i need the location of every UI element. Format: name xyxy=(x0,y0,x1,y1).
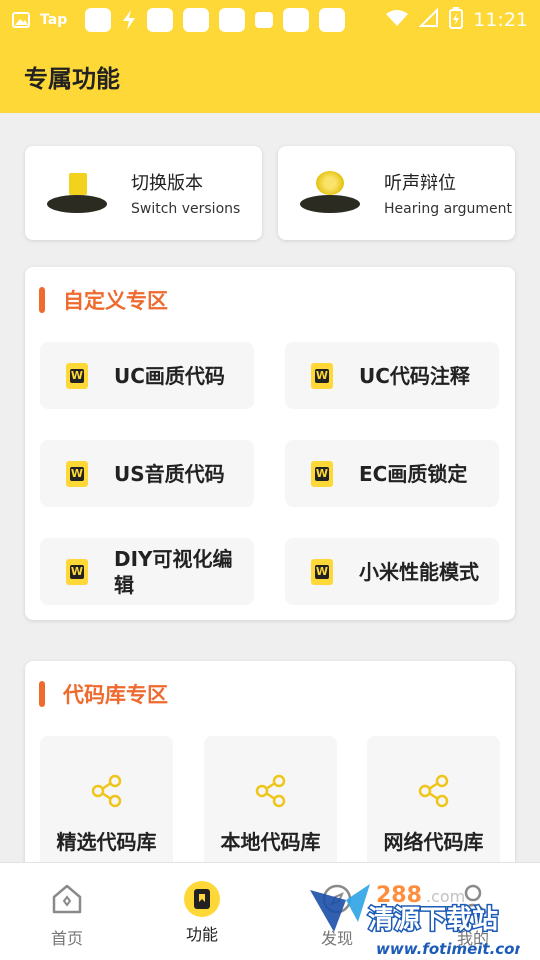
w-badge-icon: W xyxy=(311,362,333,389)
battery-icon xyxy=(449,7,464,33)
w-badge-icon: W xyxy=(66,460,88,487)
library-label: 本地代码库 xyxy=(220,830,321,854)
card-title: 听声辩位 xyxy=(384,173,456,194)
home-icon xyxy=(49,881,85,921)
user-icon xyxy=(455,881,491,921)
nav-label: 发现 xyxy=(320,929,353,948)
library-label: 精选代码库 xyxy=(56,830,157,854)
nav-label: 我的 xyxy=(456,929,489,948)
section-title: 代码库专区 xyxy=(63,683,168,707)
diy-visual-edit-tile[interactable]: W DIY可视化编辑 xyxy=(40,538,254,605)
nav-home[interactable]: 首页 xyxy=(17,881,117,949)
tile-label: UC画质代码 xyxy=(114,363,225,388)
switch-versions-card[interactable]: 切换版本 Switch versions xyxy=(25,146,262,240)
bottom-nav: 首页 功能 发现 我的 xyxy=(0,862,540,960)
gallery-icon xyxy=(12,8,30,32)
signal-icon xyxy=(418,7,439,32)
nav-label: 首页 xyxy=(50,929,83,948)
bookmark-icon xyxy=(184,881,220,917)
discover-icon xyxy=(319,881,355,921)
page-title: 专属功能 xyxy=(24,65,120,93)
w-badge-icon: W xyxy=(311,558,333,585)
nav-label: 功能 xyxy=(185,925,218,944)
custom-section: 自定义专区 W UC画质代码 W UC代码注释 W US音质代码 W EC画质锁… xyxy=(25,267,515,620)
notification-icon xyxy=(183,8,210,32)
section-title: 自定义专区 xyxy=(63,289,168,313)
wifi-icon xyxy=(385,9,409,31)
notification-icon xyxy=(283,8,310,32)
card-subtitle: Hearing argument xyxy=(384,201,513,217)
uc-code-comment-tile[interactable]: W UC代码注释 xyxy=(285,342,499,409)
section-accent-bar xyxy=(39,681,45,707)
pedestal-box-icon xyxy=(47,169,109,217)
flash-icon xyxy=(121,8,137,32)
status-bar: Tap 11:21 xyxy=(0,0,540,40)
nav-profile[interactable]: 我的 xyxy=(423,881,523,949)
library-label: 网络代码库 xyxy=(383,830,484,854)
tile-label: UC代码注释 xyxy=(359,363,470,388)
share-icon xyxy=(91,774,123,812)
nav-features[interactable]: 功能 xyxy=(152,881,252,945)
nav-discover[interactable]: 发现 xyxy=(287,881,387,949)
notification-icon xyxy=(85,8,112,32)
pedestal-burst-icon xyxy=(300,169,362,217)
w-badge-icon: W xyxy=(66,558,88,585)
section-accent-bar xyxy=(39,287,45,313)
tile-label: EC画质锁定 xyxy=(359,461,468,486)
xiaomi-performance-tile[interactable]: W 小米性能模式 xyxy=(285,538,499,605)
tile-label: US音质代码 xyxy=(114,461,225,486)
card-title: 切换版本 xyxy=(131,173,203,194)
section-header: 自定义专区 xyxy=(39,285,168,315)
app-bar: 专属功能 xyxy=(0,40,540,113)
uc-quality-code-tile[interactable]: W UC画质代码 xyxy=(40,342,254,409)
notification-icon xyxy=(255,12,274,28)
notification-icon xyxy=(319,8,346,32)
w-badge-icon: W xyxy=(66,362,88,389)
share-icon xyxy=(255,774,287,812)
ec-quality-lock-tile[interactable]: W EC画质锁定 xyxy=(285,440,499,507)
us-audio-code-tile[interactable]: W US音质代码 xyxy=(40,440,254,507)
tile-label: DIY可视化编辑 xyxy=(114,546,233,597)
section-header: 代码库专区 xyxy=(39,679,168,709)
tile-label: 小米性能模式 xyxy=(359,559,479,584)
notification-icon xyxy=(147,8,174,32)
w-badge-icon: W xyxy=(311,460,333,487)
share-icon xyxy=(418,774,450,812)
card-subtitle: Switch versions xyxy=(131,201,241,217)
notification-icon xyxy=(219,8,246,32)
hearing-argument-card[interactable]: 听声辩位 Hearing argument xyxy=(278,146,515,240)
tap-label: Tap xyxy=(40,12,68,28)
clock: 11:21 xyxy=(473,9,528,31)
